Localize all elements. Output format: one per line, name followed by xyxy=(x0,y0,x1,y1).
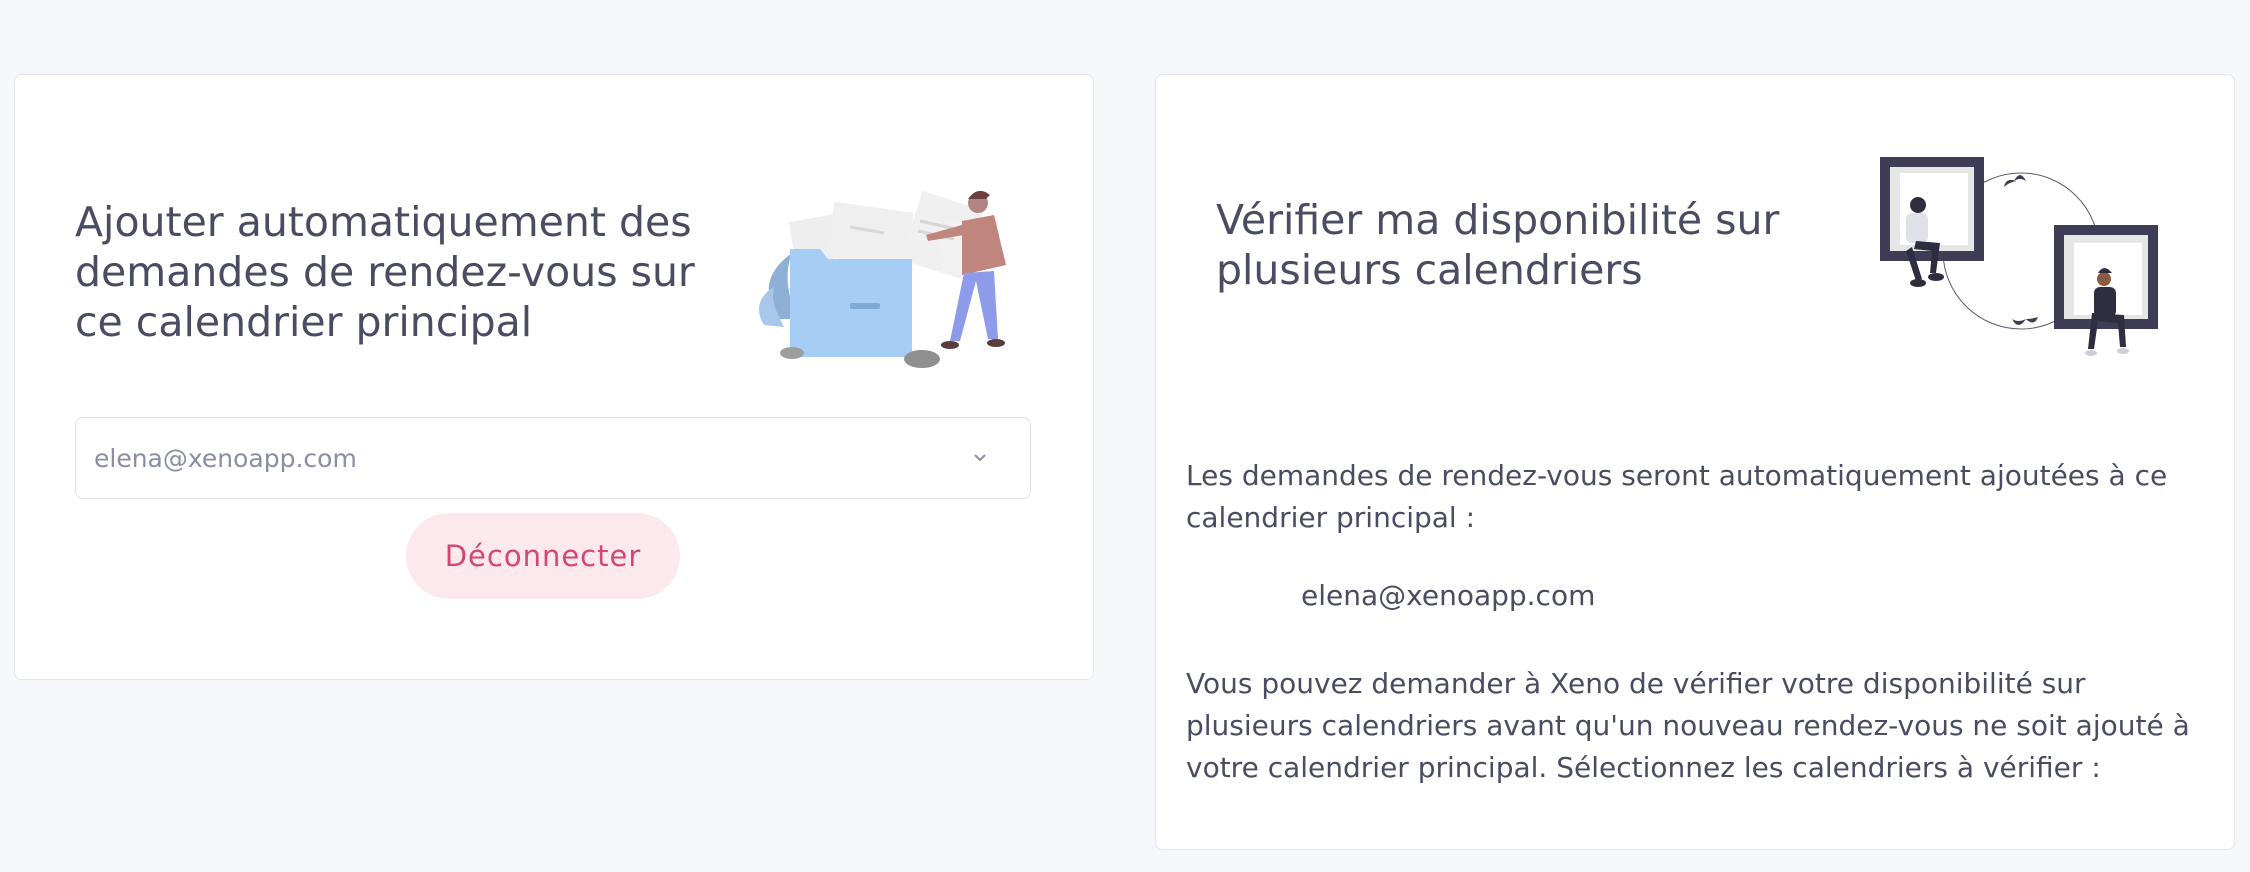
windows-people-illustration xyxy=(1876,151,2176,379)
check-availability-description: Vous pouvez demander à Xeno de vérifier … xyxy=(1186,667,2190,784)
primary-calendar-select[interactable]: elena@xenoapp.com xyxy=(75,417,1031,499)
primary-calendar-select-value: elena@xenoapp.com xyxy=(94,443,357,473)
availability-card: Vérifier ma disponibilité sur plusieurs … xyxy=(1155,74,2235,850)
folder-illustration xyxy=(750,169,1050,369)
primary-calendar-email: elena@xenoapp.com xyxy=(1301,579,1596,612)
chevron-down-icon xyxy=(970,448,990,468)
disconnect-button[interactable]: Déconnecter xyxy=(406,513,680,599)
availability-title: Vérifier ma disponibilité sur plusieurs … xyxy=(1216,196,1780,294)
auto-add-description: Les demandes de rendez-vous seront autom… xyxy=(1186,459,2168,534)
primary-calendar-card: Ajouter automatiquement des demandes de … xyxy=(14,74,1094,680)
primary-calendar-title: Ajouter automatiquement des demandes de … xyxy=(75,198,695,346)
